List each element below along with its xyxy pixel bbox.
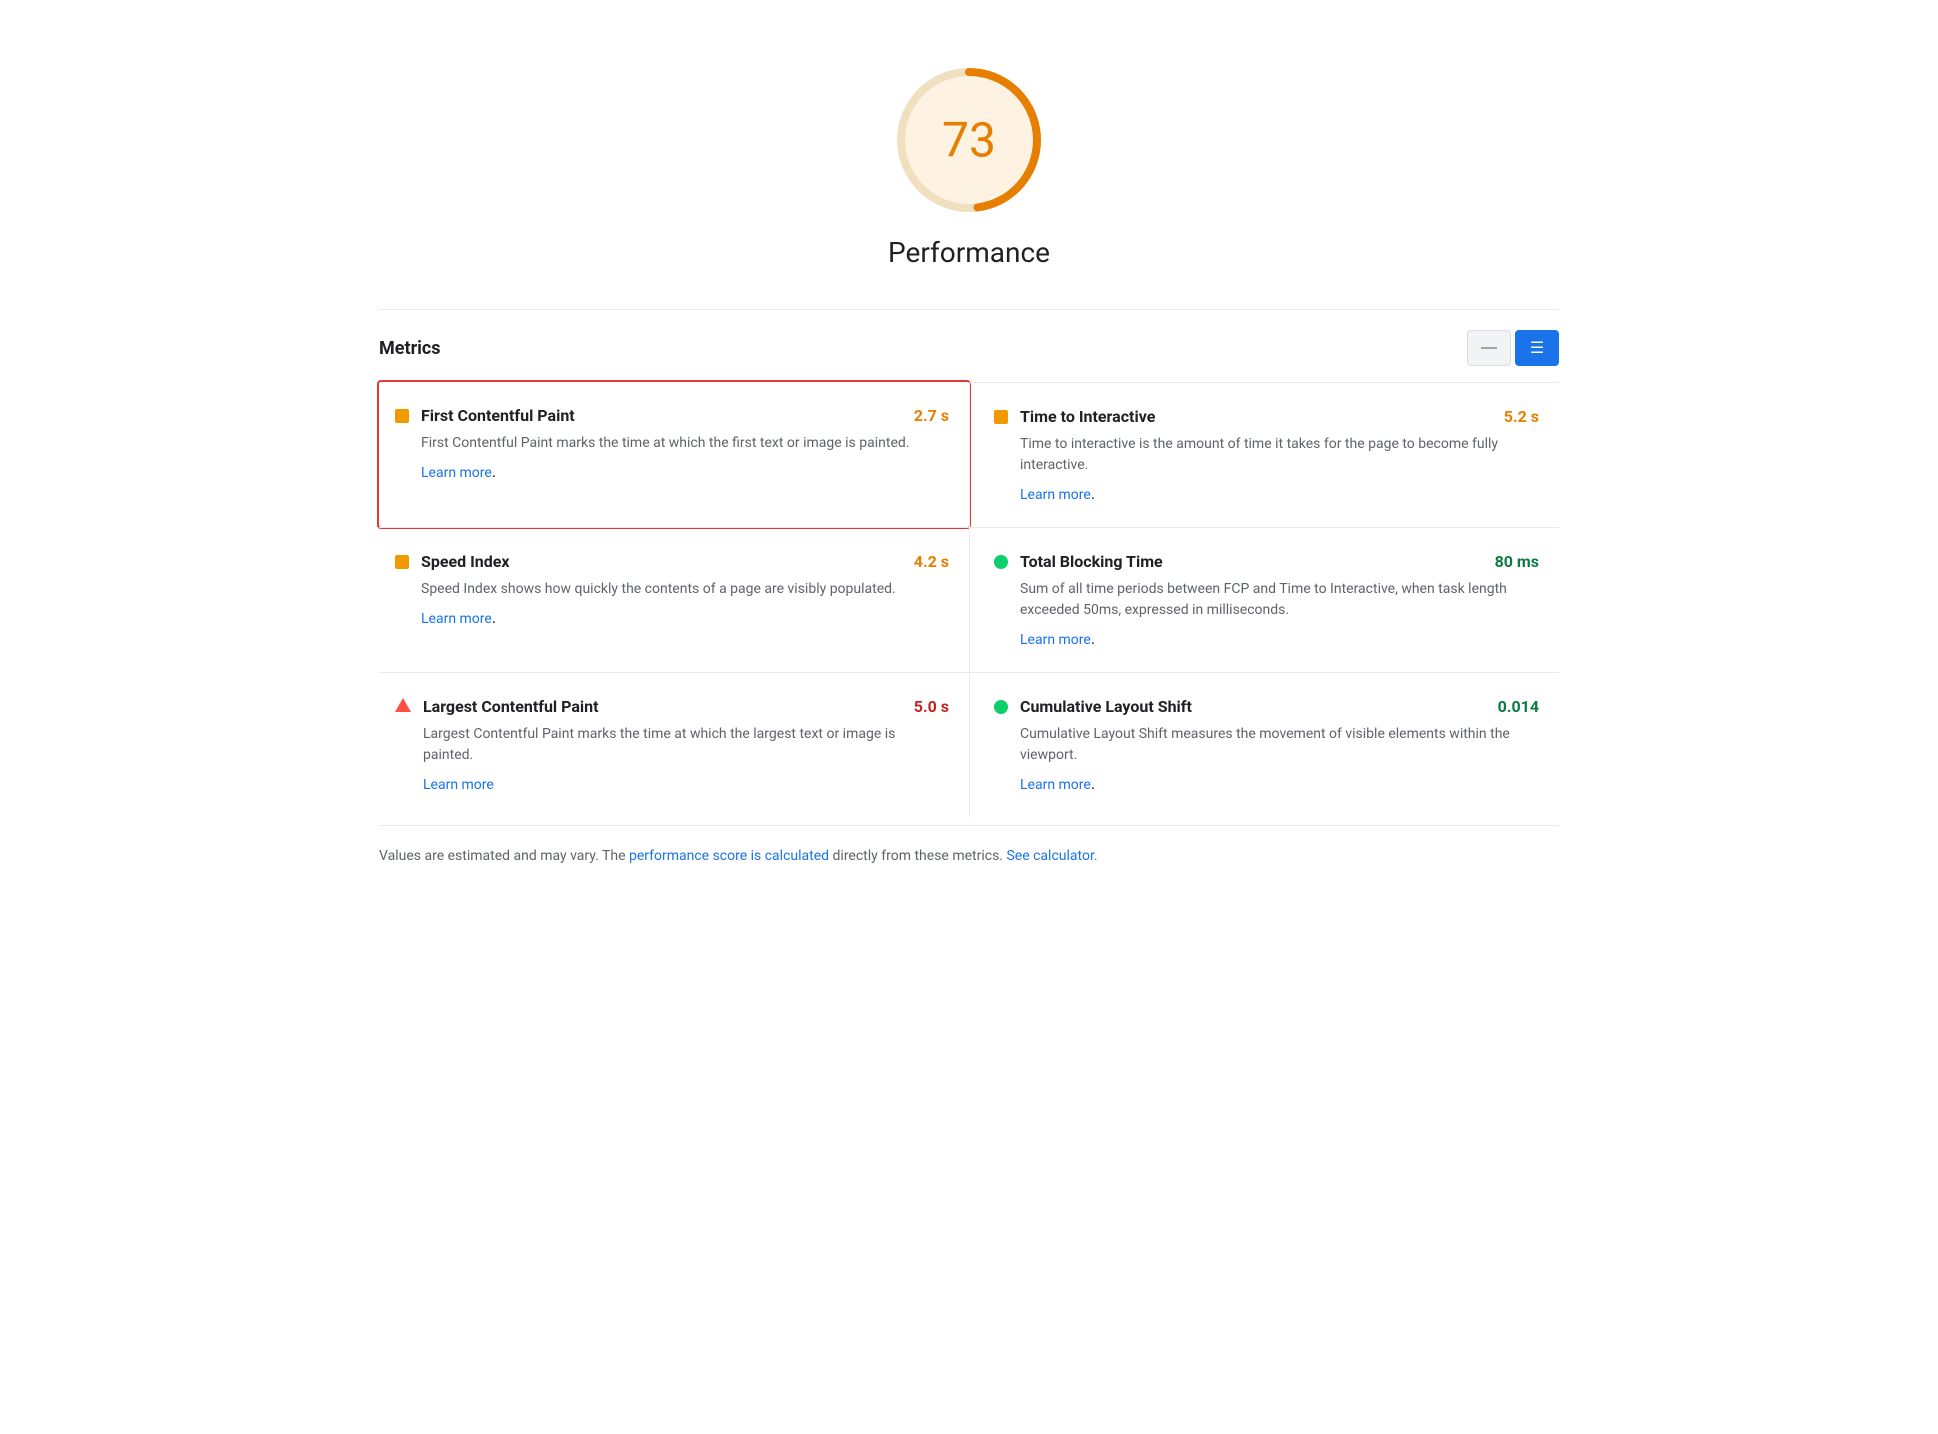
lcp-description: Largest Contentful Paint marks the time … xyxy=(423,724,949,766)
fcp-description: First Contentful Paint marks the time at… xyxy=(421,433,949,454)
cls-name: Cumulative Layout Shift xyxy=(1020,697,1192,716)
view-toggle: — ☰ xyxy=(1467,330,1559,366)
si-icon xyxy=(395,555,409,569)
metric-cls: Cumulative Layout Shift 0.014 Cumulative… xyxy=(969,672,1559,817)
score-section: 73 Performance xyxy=(379,40,1559,269)
footer-text-middle: directly from these metrics. xyxy=(829,848,1006,864)
metrics-title: Metrics xyxy=(379,338,441,359)
footer-link-calculator[interactable]: performance score is calculated xyxy=(629,848,829,864)
cls-value: 0.014 xyxy=(1498,697,1539,716)
metric-si: Speed Index 4.2 s Speed Index shows how … xyxy=(379,527,969,672)
si-learn-more[interactable]: Learn more xyxy=(421,611,492,627)
metric-lcp: Largest Contentful Paint 5.0 s Largest C… xyxy=(379,672,969,817)
list-view-button[interactable]: — xyxy=(1467,330,1511,366)
fcp-period: . xyxy=(492,462,496,481)
cls-period: . xyxy=(1091,774,1095,793)
detail-view-button[interactable]: ☰ xyxy=(1515,330,1559,366)
metric-fcp: First Contentful Paint 2.7 s First Conte… xyxy=(377,380,971,529)
si-period: . xyxy=(492,608,496,627)
score-circle: 73 xyxy=(889,60,1049,220)
tti-icon xyxy=(994,410,1008,424)
fcp-learn-more[interactable]: Learn more xyxy=(421,465,492,481)
metric-tbt: Total Blocking Time 80 ms Sum of all tim… xyxy=(969,527,1559,672)
tbt-learn-more[interactable]: Learn more xyxy=(1020,632,1091,648)
cls-icon xyxy=(994,700,1008,714)
footer-text-before: Values are estimated and may vary. The xyxy=(379,848,629,864)
tbt-icon xyxy=(994,555,1008,569)
cls-description: Cumulative Layout Shift measures the mov… xyxy=(1020,724,1539,766)
fcp-name: First Contentful Paint xyxy=(421,406,575,425)
tti-value: 5.2 s xyxy=(1504,407,1539,426)
tti-content: Time to Interactive 5.2 s Time to intera… xyxy=(1020,407,1539,503)
lcp-value: 5.0 s xyxy=(914,697,949,716)
fcp-value: 2.7 s xyxy=(914,406,949,425)
tti-period: . xyxy=(1091,484,1095,503)
lcp-content: Largest Contentful Paint 5.0 s Largest C… xyxy=(423,697,949,793)
cls-learn-more[interactable]: Learn more xyxy=(1020,777,1091,793)
tti-name: Time to Interactive xyxy=(1020,407,1155,426)
tbt-content: Total Blocking Time 80 ms Sum of all tim… xyxy=(1020,552,1539,648)
tbt-value: 80 ms xyxy=(1495,552,1539,571)
score-value: 73 xyxy=(942,112,996,169)
si-name: Speed Index xyxy=(421,552,510,571)
metrics-section: Metrics — ☰ First Contentful Paint 2.7 s… xyxy=(379,309,1559,817)
cls-content: Cumulative Layout Shift 0.014 Cumulative… xyxy=(1020,697,1539,793)
tti-description: Time to interactive is the amount of tim… xyxy=(1020,434,1539,476)
fcp-content: First Contentful Paint 2.7 s First Conte… xyxy=(421,406,949,481)
si-content: Speed Index 4.2 s Speed Index shows how … xyxy=(421,552,949,627)
metrics-header: Metrics — ☰ xyxy=(379,330,1559,366)
score-label: Performance xyxy=(888,236,1050,269)
metrics-grid: First Contentful Paint 2.7 s First Conte… xyxy=(379,382,1559,817)
tbt-name: Total Blocking Time xyxy=(1020,552,1163,571)
si-description: Speed Index shows how quickly the conten… xyxy=(421,579,949,600)
tbt-description: Sum of all time periods between FCP and … xyxy=(1020,579,1539,621)
metric-tti: Time to Interactive 5.2 s Time to intera… xyxy=(969,382,1559,527)
footer-link-see-calculator[interactable]: See calculator. xyxy=(1006,848,1097,864)
detail-icon: ☰ xyxy=(1530,338,1544,358)
si-value: 4.2 s xyxy=(914,552,949,571)
lcp-icon xyxy=(395,698,411,712)
tti-learn-more[interactable]: Learn more xyxy=(1020,487,1091,503)
lcp-name: Largest Contentful Paint xyxy=(423,697,599,716)
fcp-icon xyxy=(395,409,409,423)
tbt-period: . xyxy=(1091,629,1095,648)
lcp-learn-more[interactable]: Learn more xyxy=(423,777,494,793)
list-icon: — xyxy=(1481,339,1497,357)
footer-note: Values are estimated and may vary. The p… xyxy=(379,825,1559,867)
